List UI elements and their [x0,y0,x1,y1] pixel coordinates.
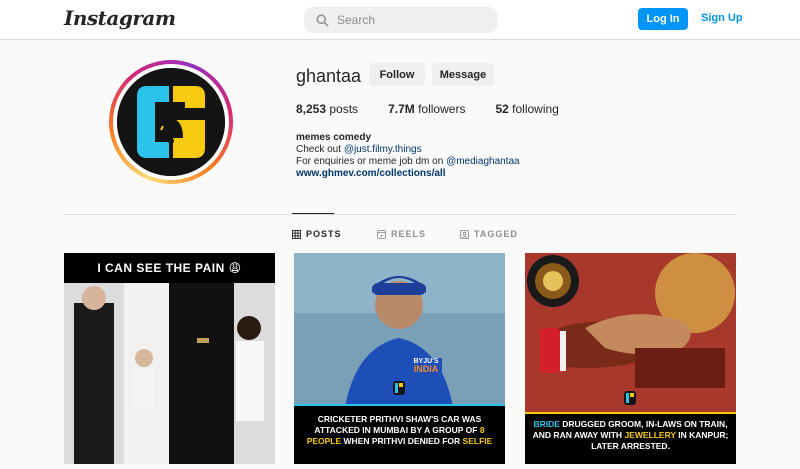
login-button[interactable]: Log In [638,8,688,30]
bio-website-link[interactable]: www.ghmev.com/collections/all [296,168,445,179]
tab-tagged[interactable]: TAGGED [460,229,518,239]
search-icon [316,13,329,27]
search-input[interactable] [337,13,487,27]
post-3-caption: BRIDE DRUGGED GROOM, IN-LAWS ON TRAIN, A… [525,414,736,464]
active-tab-indicator [292,213,334,214]
reels-icon [377,229,386,239]
bio-line-2: For enquiries or meme job dm on @mediagh… [296,156,520,167]
post-thumbnail-1[interactable]: I CAN SEE THE PAIN 😩 [64,253,275,464]
posts-stat: 8,253 posts [296,102,358,116]
profile-avatar-ring[interactable] [109,60,233,184]
following-label: following [512,102,559,116]
grid-icon [292,229,301,239]
bio-mention-link[interactable]: @just.filmy.things [344,144,422,155]
followers-count: 7.7M [388,102,415,116]
bio-line-1: Check out @just.filmy.things [296,144,422,155]
bio-name: memes comedy [296,132,372,143]
top-navigation-bar: Instagram Log In Sign Up [0,0,800,40]
tab-reels-label: REELS [391,229,427,239]
tab-posts-label: POSTS [306,229,342,239]
post-1-image [64,253,275,464]
bio-mention-link-2[interactable]: @mediaghantaa [446,156,520,167]
profile-username: ghantaa [296,66,362,86]
post-1-banner: I CAN SEE THE PAIN 😩 [64,253,275,283]
tabs-divider [64,214,736,215]
posts-label: posts [329,102,359,116]
profile-bio: memes comedy Check out @just.filmy.thing… [296,132,520,180]
posts-count: 8,253 [296,102,327,116]
tab-reels[interactable]: REELS [377,229,426,239]
post-thumbnail-3[interactable]: BRIDE DRUGGED GROOM, IN-LAWS ON TRAIN, A… [525,253,736,464]
followers-label: followers [418,102,466,116]
ghantaa-logo-icon [117,68,225,176]
post-thumbnail-2[interactable]: BYJU'S INDIA CRICKETER PRITHVI SHAW'S CA… [294,253,505,464]
following-stat[interactable]: 52 following [495,102,558,116]
message-button[interactable]: Message [432,63,494,86]
tab-tagged-label: TAGGED [474,229,518,239]
following-count: 52 [495,102,509,116]
signup-link[interactable]: Sign Up [701,12,743,24]
tag-icon [460,229,469,239]
jersey-team-text: INDIA [414,364,439,374]
follow-button[interactable]: Follow [369,63,425,86]
post-2-caption: CRICKETER PRITHVI SHAW'S CAR WAS ATTACKE… [294,406,505,464]
avatar [117,68,225,176]
followers-stat[interactable]: 7.7M followers [388,102,465,116]
instagram-logo[interactable]: Instagram [64,6,176,30]
tab-posts[interactable]: POSTS [292,229,342,239]
search-box[interactable] [304,7,497,33]
profile-stats: 8,253 posts 7.7M followers 52 following [296,102,589,116]
